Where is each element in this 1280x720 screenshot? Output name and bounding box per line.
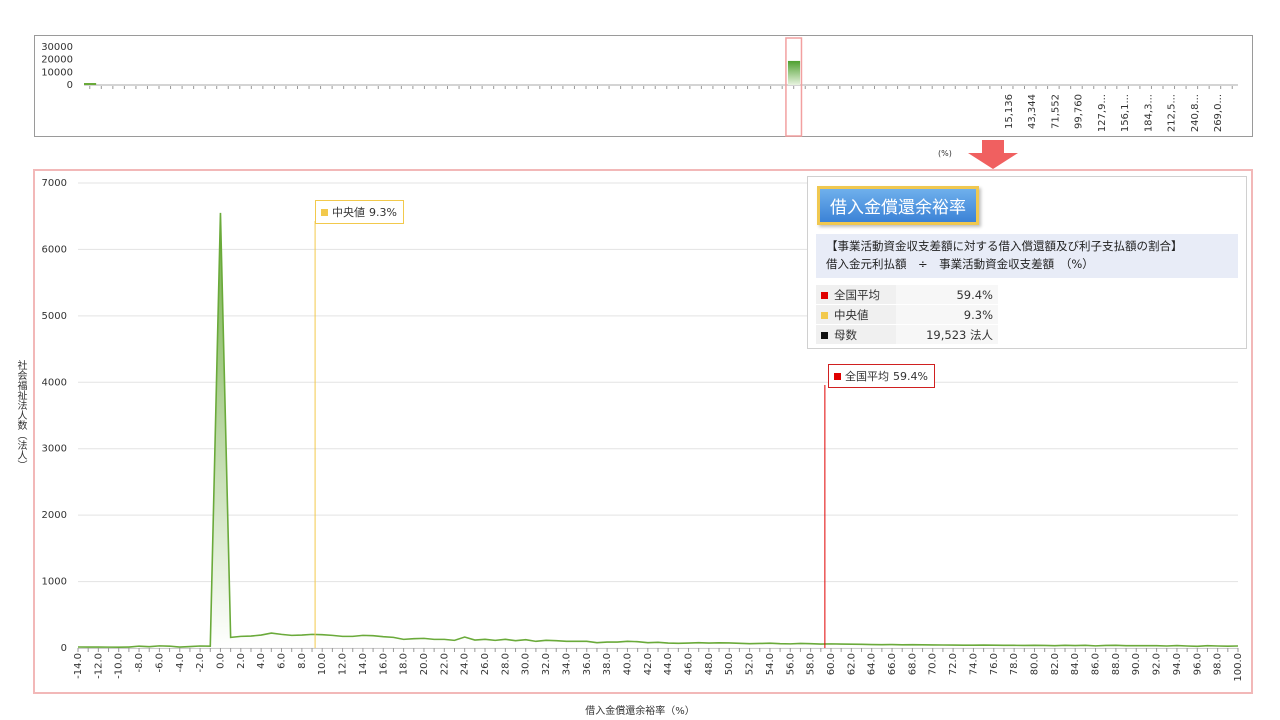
main-x-tick-label: 60.0	[826, 653, 837, 675]
main-y-tick-label: 7000	[42, 178, 67, 189]
mean-swatch-icon	[834, 372, 841, 380]
info-row-count: 母数 19,523 法人	[816, 324, 998, 345]
info-row-label: 中央値	[834, 307, 869, 322]
x-axis-title: 借入金償還余裕率（%）	[585, 706, 695, 717]
main-x-tick-label: 42.0	[643, 653, 654, 675]
main-x-tick-label: 10.0	[317, 653, 328, 675]
main-x-tick-label: -10.0	[114, 653, 125, 679]
main-x-tick-label: 72.0	[948, 653, 959, 675]
count-square-icon	[821, 331, 828, 339]
main-x-tick-label: 98.0	[1213, 653, 1224, 675]
main-x-tick-label: 2.0	[236, 653, 247, 669]
main-x-tick-label: 68.0	[907, 653, 918, 675]
info-row-label: 母数	[834, 327, 857, 342]
main-x-tick-label: 66.0	[887, 653, 898, 675]
main-y-tick-label: 4000	[42, 377, 67, 388]
main-x-tick-label: 18.0	[399, 653, 410, 675]
main-x-tick-label: 56.0	[785, 653, 796, 675]
main-x-tick-label: 36.0	[582, 653, 593, 675]
main-x-tick-label: 88.0	[1111, 653, 1122, 675]
main-x-tick-label: 94.0	[1172, 653, 1183, 675]
main-x-tick-label: 92.0	[1152, 653, 1163, 675]
mean-callout: 全国平均 59.4%	[828, 364, 935, 388]
main-x-tick-label: 24.0	[460, 653, 471, 675]
main-x-tick-label: 48.0	[704, 653, 715, 675]
main-y-tick-label: 0	[61, 643, 67, 654]
y-axis-title: 社会福祉法人数（法人）	[15, 360, 26, 470]
main-x-tick-label: 40.0	[622, 653, 633, 675]
main-x-tick-label: -4.0	[175, 653, 186, 673]
main-x-tick-label: 28.0	[500, 653, 511, 675]
median-swatch-icon	[321, 208, 328, 216]
main-x-tick-label: 80.0	[1029, 653, 1040, 675]
info-description-line2: 借入金元利払額 ÷ 事業活動資金収支差額 （%）	[826, 257, 1094, 271]
main-x-tick-label: 46.0	[684, 653, 695, 675]
main-y-tick-label: 1000	[42, 577, 67, 588]
main-y-tick-label: 5000	[42, 311, 67, 322]
main-x-tick-label: 4.0	[256, 653, 267, 669]
main-x-tick-label: -8.0	[134, 653, 145, 673]
main-x-tick-label: 54.0	[765, 653, 776, 675]
info-title: 借入金償還余裕率	[817, 186, 979, 225]
main-y-tick-label: 3000	[42, 444, 67, 455]
main-x-tick-label: 20.0	[419, 653, 430, 675]
main-y-tick-label: 2000	[42, 510, 67, 521]
mean-callout-value: 59.4%	[893, 369, 928, 383]
main-x-tick-label: 86.0	[1091, 653, 1102, 675]
info-row-value: 59.4%	[896, 285, 998, 305]
info-row-value: 9.3%	[896, 304, 998, 325]
main-x-tick-label: -2.0	[195, 653, 206, 673]
main-x-tick-label: -14.0	[73, 653, 84, 679]
main-x-tick-label: 50.0	[724, 653, 735, 675]
main-x-tick-label: 62.0	[846, 653, 857, 675]
main-x-tick-label: 58.0	[806, 653, 817, 675]
main-x-tick-label: 52.0	[745, 653, 756, 675]
info-stats-table: 全国平均 59.4% 中央値 9.3% 母数 19,523 法人	[816, 285, 998, 345]
main-x-tick-label: 32.0	[541, 653, 552, 675]
main-x-tick-label: 78.0	[1009, 653, 1020, 675]
main-x-tick-label: 76.0	[989, 653, 1000, 675]
info-row-median: 中央値 9.3%	[816, 304, 998, 325]
main-x-tick-label: 82.0	[1050, 653, 1061, 675]
mean-callout-label: 全国平均	[845, 370, 889, 383]
main-x-tick-label: 70.0	[928, 653, 939, 675]
main-x-tick-label: 6.0	[277, 653, 288, 669]
main-x-tick-label: 12.0	[338, 653, 349, 675]
info-panel: 借入金償還余裕率 【事業活動資金収支差額に対する借入償還額及び利子支払額の割合】…	[807, 176, 1247, 349]
median-square-icon	[821, 311, 828, 319]
main-x-tick-label: 44.0	[663, 653, 674, 675]
main-x-tick-label: 0.0	[215, 653, 226, 669]
main-x-tick-label: 16.0	[378, 653, 389, 675]
median-callout-label: 中央値	[332, 206, 365, 219]
info-description-line1: 【事業活動資金収支差額に対する借入償還額及び利子支払額の割合】	[826, 239, 1183, 253]
main-x-tick-label: -12.0	[93, 653, 104, 679]
main-x-tick-label: 84.0	[1070, 653, 1081, 675]
main-x-tick-label: 14.0	[358, 653, 369, 675]
median-callout-value: 9.3%	[369, 205, 397, 219]
main-x-tick-label: 8.0	[297, 653, 308, 669]
main-x-tick-label: 22.0	[439, 653, 450, 675]
main-x-tick-label: 74.0	[968, 653, 979, 675]
main-x-tick-label: 26.0	[480, 653, 491, 675]
mean-square-icon	[821, 291, 828, 299]
main-x-tick-label: 64.0	[867, 653, 878, 675]
main-x-tick-label: 34.0	[561, 653, 572, 675]
info-row-label: 全国平均	[834, 287, 880, 302]
main-x-tick-label: 96.0	[1192, 653, 1203, 675]
main-x-tick-label: 100.0	[1233, 653, 1244, 682]
main-x-tick-label: 38.0	[602, 653, 613, 675]
median-callout: 中央値 9.3%	[315, 200, 404, 224]
main-x-tick-label: 90.0	[1131, 653, 1142, 675]
main-x-tick-label: 30.0	[521, 653, 532, 675]
main-y-tick-label: 6000	[42, 244, 67, 255]
info-description: 【事業活動資金収支差額に対する借入償還額及び利子支払額の割合】 借入金元利払額 …	[816, 234, 1238, 278]
info-row-value: 19,523 法人	[896, 324, 998, 345]
main-chart[interactable]: 70006000500040003000200010000-14.0 -12.0-…	[0, 0, 1280, 720]
info-row-mean: 全国平均 59.4%	[816, 285, 998, 305]
main-x-tick-label: -6.0	[154, 653, 165, 673]
